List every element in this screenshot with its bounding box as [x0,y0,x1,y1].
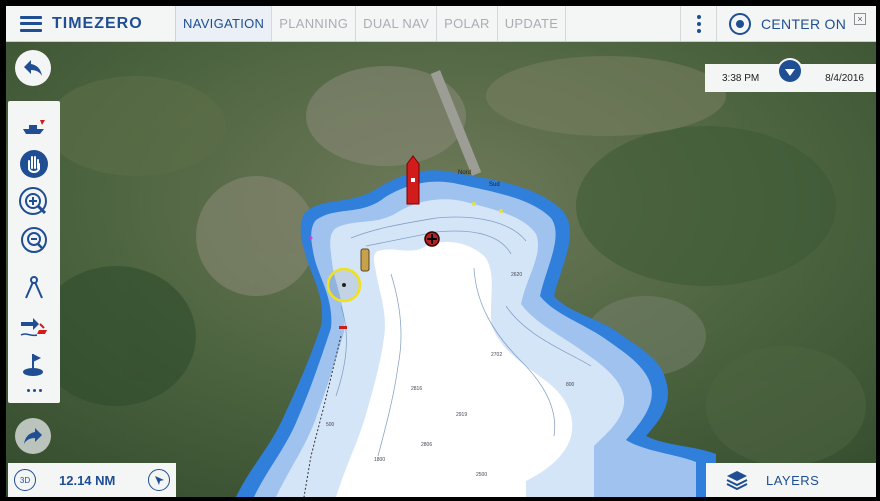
target-vessel[interactable] [360,248,370,272]
hand-icon [20,150,48,178]
tool-mark[interactable] [17,347,51,381]
mark-icon [23,354,43,376]
boat-icon [23,120,45,134]
3d-toggle-button[interactable]: 3D [14,469,36,491]
sounding-label: 800 [566,382,575,388]
range-value: 12.14 NM [59,472,116,488]
brand-area: TIMEZERO [6,6,176,41]
tool-compass[interactable] [17,271,51,305]
own-ship-marker[interactable] [406,155,420,205]
place-label-sud: Sud [489,182,500,188]
sounding-label: 2806 [421,442,432,448]
hamburger-menu-icon[interactable] [20,15,42,32]
more-tools-icon[interactable] [26,389,42,392]
top-bar: TIMEZERO NAVIGATION PLANNING DUAL NAV PO… [6,6,876,42]
sounding-label: 2702 [491,352,502,358]
navigation-arrow-icon[interactable] [148,469,170,491]
layers-label: LAYERS [766,472,820,488]
forward-button[interactable] [15,418,51,454]
target-icon [729,12,751,35]
time-value: 3:38 PM [722,72,760,84]
tool-zoom-in[interactable] [17,185,51,219]
tool-route[interactable] [17,309,51,343]
route-icon [20,318,47,337]
sounding-label: 1800 [374,457,385,463]
sounding-label: 500 [326,422,335,428]
tab-navigation[interactable]: NAVIGATION [176,6,273,41]
sounding-label: 2500 [476,472,487,478]
workspace-tabs: NAVIGATION PLANNING DUAL NAV POLAR UPDAT… [176,6,567,41]
sounding-label: 2816 [411,386,422,392]
sounding-label: 2919 [456,412,467,418]
tool-pan[interactable] [17,147,51,181]
compass-icon [25,276,43,299]
tool-zoom-out[interactable] [17,223,51,257]
time-dropdown-button[interactable] [777,58,803,84]
zoom-out-icon [21,227,47,253]
forward-arrow-icon [24,428,42,444]
layers-button[interactable]: LAYERS [706,463,876,497]
sounding-label: 2620 [511,272,522,278]
tab-polar[interactable]: POLAR [437,6,498,41]
center-on-label: CENTER ON [761,15,847,32]
timezero-app: Nord Sud 2816 2919 2806 2702 2620 1800 2… [6,6,876,497]
more-options-icon[interactable] [680,6,716,41]
center-on-button[interactable]: CENTER ON [716,6,876,41]
window-close-icon[interactable]: × [854,13,866,25]
zoom-in-icon [19,187,47,215]
left-toolbar [8,101,60,403]
time-panel: 3:38 PM 8/4/2016 [705,58,876,92]
date-value: 8/4/2016 [825,72,864,84]
tab-dual-nav[interactable]: DUAL NAV [356,6,438,41]
back-button[interactable] [15,50,51,86]
tool-boat-centric[interactable] [17,109,51,143]
brand-name: TIMEZERO [52,14,143,32]
range-bar: 3D 12.14 NM [8,463,176,497]
back-arrow-icon [24,60,42,76]
place-label-nord: Nord [458,170,471,176]
layers-icon [726,471,748,490]
chevron-down-icon [779,60,801,82]
tab-planning[interactable]: PLANNING [272,6,357,41]
tab-update[interactable]: UPDATE [498,6,567,41]
